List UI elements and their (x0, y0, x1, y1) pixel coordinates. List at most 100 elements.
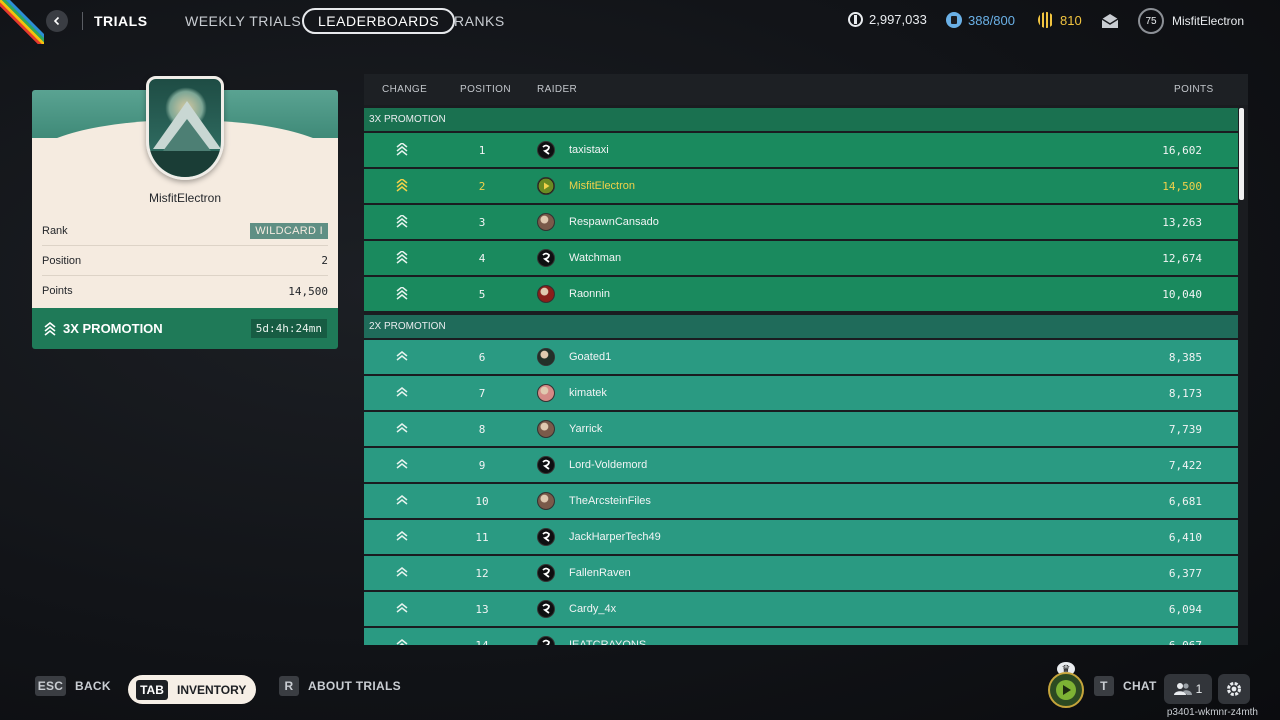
raider-avatar (537, 420, 555, 438)
inventory-button[interactable]: TAB INVENTORY (128, 675, 256, 704)
raider-name[interactable]: RespawnCansado (569, 216, 659, 228)
table-row[interactable]: 4 Watchman 12,674 (364, 241, 1238, 275)
table-row[interactable]: 8 Yarrick 7,739 (364, 412, 1238, 446)
table-row[interactable]: 11 JackHarperTech49 6,410 (364, 520, 1238, 554)
row-points: 14,500 (1162, 180, 1202, 193)
currency-raider-coins[interactable]: 2,997,033 (848, 12, 927, 27)
raider-avatar (537, 492, 555, 510)
row-points: 16,602 (1162, 144, 1202, 157)
currency-creds[interactable]: 810 (1038, 12, 1082, 28)
raider-avatar (537, 348, 555, 366)
row-position: 7 (478, 387, 486, 400)
double-chevron-up-icon (396, 351, 408, 361)
triple-chevron-up-icon (396, 143, 408, 156)
raider-avatar (537, 564, 555, 582)
table-row[interactable]: 10 TheArcsteinFiles 6,681 (364, 484, 1238, 518)
table-row[interactable]: 14 IEATCRAYONS 6,067 (364, 628, 1238, 645)
raider-name[interactable]: JackHarperTech49 (569, 531, 661, 543)
position-label: Position (42, 254, 82, 267)
raider-name[interactable]: Yarrick (569, 423, 602, 435)
row-points: 6,410 (1168, 531, 1202, 544)
triple-chevron-up-icon (44, 321, 56, 336)
scrollbar-thumb[interactable] (1239, 108, 1244, 200)
raider-name[interactable]: Raonnin (569, 288, 610, 300)
inventory-label: INVENTORY (177, 682, 247, 697)
raider-name[interactable]: IEATCRAYONS (569, 639, 646, 645)
tab-ranks[interactable]: RANKS (454, 13, 505, 29)
nav-separator (82, 12, 83, 30)
raider-name[interactable]: MisfitElectron (569, 180, 635, 192)
header-points: POINTS (1174, 84, 1214, 95)
double-chevron-up-icon (396, 495, 408, 505)
back-action[interactable]: ESC BACK (35, 676, 111, 696)
triple-chevron-up-icon (396, 251, 408, 264)
table-row[interactable]: 6 Goated1 8,385 (364, 340, 1238, 374)
promotion-timer: 5d:4h:24mn (250, 319, 327, 338)
header-change: CHANGE (382, 84, 428, 95)
raider-avatar (537, 456, 555, 474)
currency-battle-pass[interactable]: 388/800 (946, 12, 1015, 28)
row-position: 12 (475, 567, 489, 580)
triple-chevron-up-icon (396, 179, 408, 192)
table-header: CHANGE POSITION RAIDER POINTS (364, 74, 1248, 105)
cred-value: 810 (1060, 12, 1082, 28)
tab-weekly-trials[interactable]: WEEKLY TRIALS (185, 13, 301, 29)
friends-button[interactable]: 1 (1164, 674, 1212, 704)
row-position: 2 (478, 180, 486, 193)
card-row-rank: Rank WILDCARD I (42, 216, 328, 246)
rank-label: Rank (42, 224, 68, 237)
row-points: 8,173 (1168, 387, 1202, 400)
nav-title[interactable]: TRIALS (94, 13, 148, 29)
row-position: 14 (464, 639, 500, 645)
raider-name[interactable]: Watchman (569, 252, 621, 264)
about-trials-label: ABOUT TRIALS (308, 679, 401, 693)
row-points: 6,681 (1168, 495, 1202, 508)
triple-chevron-up-icon (396, 287, 408, 300)
table-row[interactable]: 1 taxistaxi 16,602 (364, 133, 1238, 167)
settings-button[interactable] (1218, 674, 1250, 704)
raider-avatar (537, 285, 555, 303)
friends-icon (1173, 683, 1192, 695)
leaderboard-table[interactable]: CHANGE POSITION RAIDER POINTS 3X PROMOTI… (364, 74, 1248, 645)
row-position: 3 (478, 216, 486, 229)
play-icon (1056, 680, 1076, 700)
raider-name[interactable]: Goated1 (569, 351, 611, 363)
table-row[interactable]: 7 kimatek 8,173 (364, 376, 1238, 410)
row-position: 11 (475, 531, 489, 544)
raider-name[interactable]: FallenRaven (569, 567, 631, 579)
raider-name[interactable]: Cardy_4x (569, 603, 616, 615)
points-value: 14,500 (288, 284, 328, 298)
profile-chip[interactable]: 75 MisfitElectron (1138, 8, 1244, 34)
tab-key: TAB (136, 679, 168, 700)
table-rows: 3X PROMOTION 1 taxistaxi 16,602 2 MisfitElect… (364, 108, 1238, 645)
raider-avatar (537, 384, 555, 402)
about-trials-action[interactable]: R ABOUT TRIALS (279, 676, 401, 696)
raider-name[interactable]: taxistaxi (569, 144, 609, 156)
row-position: 1 (478, 144, 486, 157)
chat-action[interactable]: T CHAT (1094, 676, 1157, 696)
row-position: 8 (478, 423, 486, 436)
tab-leaderboards[interactable]: LEADERBOARDS (302, 8, 456, 34)
table-row[interactable]: 9 Lord-Voldemord 7,422 (364, 448, 1238, 482)
player-avatar-button[interactable] (1048, 672, 1084, 708)
raider-name[interactable]: kimatek (569, 387, 607, 399)
row-position: 13 (475, 603, 489, 616)
table-row[interactable]: 5 Raonnin 10,040 (364, 277, 1238, 311)
row-points: 7,739 (1168, 423, 1202, 436)
back-label: BACK (75, 679, 111, 693)
card-row-points: Points 14,500 (42, 276, 328, 306)
table-row[interactable]: 3 RespawnCansado 13,263 (364, 205, 1238, 239)
double-chevron-up-icon (396, 531, 408, 541)
raider-name[interactable]: TheArcsteinFiles (569, 495, 651, 507)
table-row[interactable]: 13 Cardy_4x 6,094 (364, 592, 1238, 626)
rank-badge: WILDCARD I (250, 222, 328, 239)
back-arrow-button[interactable] (46, 10, 68, 32)
mail-icon[interactable] (1101, 13, 1119, 34)
table-row[interactable]: 2 MisfitElectron 14,500 (364, 169, 1238, 203)
t-key: T (1094, 676, 1114, 696)
row-points: 6,067 (1169, 639, 1202, 645)
chat-label: CHAT (1123, 679, 1157, 693)
player-rank-card: MisfitElectron Rank WILDCARD I Position … (32, 76, 338, 349)
table-row[interactable]: 12 FallenRaven 6,377 (364, 556, 1238, 590)
raider-name[interactable]: Lord-Voldemord (569, 459, 647, 471)
